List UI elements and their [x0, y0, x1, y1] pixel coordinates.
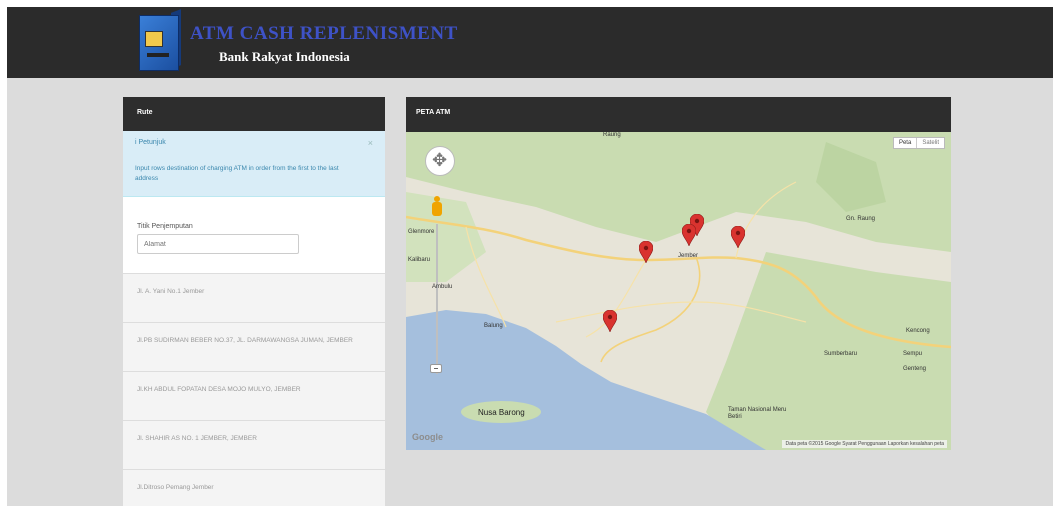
atm-map-panel: PETA ATM Peta Satelit ✥ Raung Glenmore K…: [406, 97, 951, 450]
route-list-item[interactable]: Jl. SHAHIR AS NO. 1 JEMBER, JEMBER: [123, 421, 385, 470]
alert-text: Input rows destination of charging ATM i…: [135, 165, 339, 182]
map-label: Jember: [678, 253, 699, 259]
app-subtitle: Bank Rakyat Indonesia: [219, 49, 350, 64]
route-list-item[interactable]: Jl. A. Yani No.1 Jember: [123, 274, 385, 323]
pickup-label: Titik Penjemputan: [137, 223, 193, 230]
pan-control-icon[interactable]: [425, 146, 455, 176]
alert-title: i Petunjuk: [135, 139, 166, 146]
page-frame: ATM CASH REPLENISMENT Bank Rakyat Indone…: [7, 7, 1053, 506]
atm-marker-icon[interactable]: [681, 223, 697, 247]
alert-close-button[interactable]: ×: [368, 138, 373, 148]
route-panel: Rute i Petunjuk × Input rows destination…: [123, 97, 385, 506]
map-type-toggle[interactable]: Peta Satelit: [892, 137, 945, 149]
island-label: Nusa Barong: [478, 408, 525, 417]
pickup-address-input[interactable]: [137, 234, 299, 254]
app-header: ATM CASH REPLENISMENT Bank Rakyat Indone…: [7, 7, 1053, 78]
map-attribution[interactable]: Data peta ©2015 Google Syarat Penggunaan…: [782, 440, 947, 448]
route-list-item[interactable]: Jl.PB SUDIRMAN BEBER NO.37, JL. DARMAWAN…: [123, 323, 385, 372]
app-title: ATM CASH REPLENISMENT: [190, 23, 458, 44]
zoom-slider-track[interactable]: [436, 224, 438, 374]
atm-map[interactable]: Peta Satelit Raung Glenmore Kalibaru Jem…: [406, 132, 951, 450]
park-label: Taman Nasional Meru Betiri: [728, 407, 787, 420]
map-label: Sempu: [903, 351, 923, 357]
atm-marker-icon[interactable]: [730, 225, 746, 249]
map-label: Sumberbaru: [824, 351, 858, 357]
route-panel-title: Rute: [123, 97, 385, 131]
instruction-alert: i Petunjuk × Input rows destination of c…: [123, 131, 385, 197]
map-label: Kalibaru: [408, 257, 431, 263]
atm-logo-icon: [135, 9, 183, 73]
zoom-slider-handle[interactable]: [430, 364, 442, 373]
pickup-form: Titik Penjemputan: [123, 197, 385, 274]
map-label: Raung: [603, 132, 621, 138]
street-view-pegman-icon[interactable]: [431, 196, 443, 218]
route-list-item[interactable]: Jl.KH ABDUL FOPATAN DESA MOJO MULYO, JEM…: [123, 372, 385, 421]
google-logo: Google: [412, 432, 443, 442]
atm-marker-icon[interactable]: [638, 240, 654, 264]
map-label: Glenmore: [408, 229, 435, 235]
map-type-map-option[interactable]: Peta: [894, 138, 916, 148]
map-panel-title: PETA ATM: [406, 97, 951, 132]
atm-marker-icon[interactable]: [602, 309, 618, 333]
route-list-item[interactable]: Jl.Ditroso Pemang Jember: [123, 470, 385, 506]
map-label: Ambulu: [432, 284, 453, 290]
map-label: Balung: [484, 323, 503, 329]
map-type-satellite-option[interactable]: Satelit: [916, 138, 944, 148]
map-label: Kencong: [906, 328, 930, 334]
map-terrain: [406, 132, 951, 450]
map-label: Genteng: [903, 366, 927, 372]
map-label: Gn. Raung: [846, 216, 876, 222]
